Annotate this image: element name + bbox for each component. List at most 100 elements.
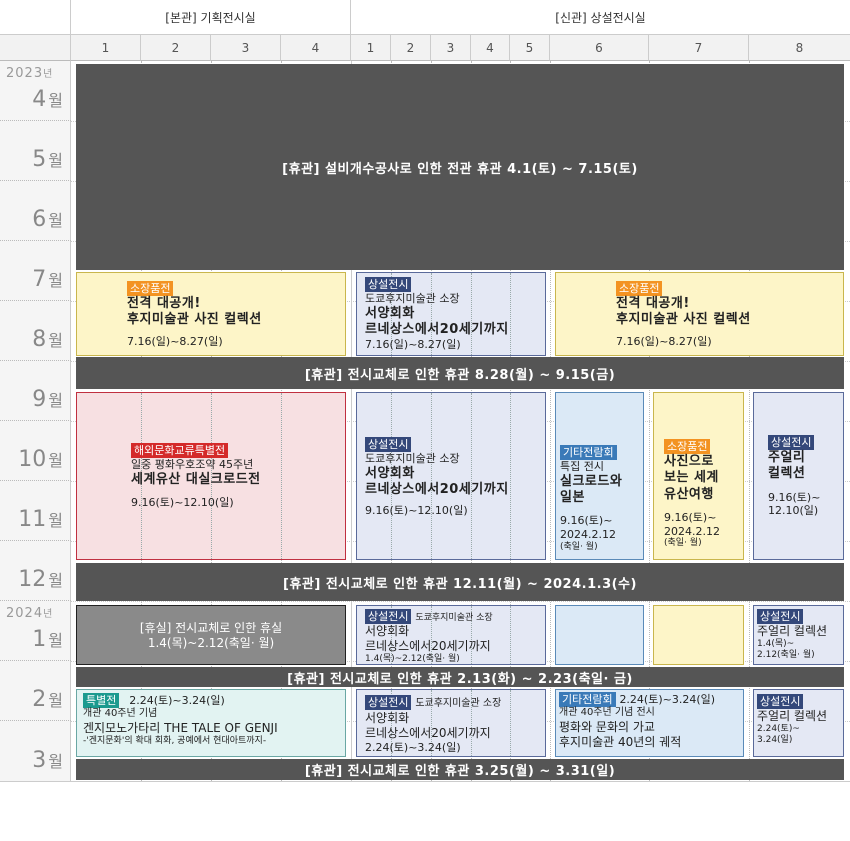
month-number: 8: [32, 327, 47, 352]
exhibition-date: 9.16(토)~12.10(일): [131, 496, 234, 510]
month-column: 2023년 4월 5월 6월 7월 8월 9월 10 월 11 월 12 월 2024…: [0, 61, 71, 781]
month-number: 4: [32, 87, 47, 112]
exhibition-title: 전격 대공개!: [127, 296, 201, 312]
month-number: 5: [32, 147, 47, 172]
exhibition-date: 2.12(축일· 월): [757, 650, 815, 661]
month-row: 2023년 4월: [0, 61, 71, 121]
category-tag: 상설전시: [365, 609, 412, 625]
exhibition-title: 평화와 문화의 가교: [559, 719, 655, 734]
category-tag: 상설전시: [768, 435, 815, 451]
new-hall-header: [신관] 상설전시실: [351, 0, 850, 35]
exhibition-title: 실크로드와: [560, 473, 623, 489]
category-tag: 상설전시: [365, 277, 412, 293]
closure-bar-exchange-4: [휴관] 전시교체로 인한 휴관 3.25(월) ~ 3.31(일): [76, 759, 844, 780]
exhibition-date: 9.16(토)~: [560, 514, 613, 528]
exhibition-tale-of-genji[interactable]: 특별전 2.24(토)~3.24(일) 개관 40주년 기념 겐지모노가타리 T…: [76, 689, 346, 757]
exhibition-subtitle: 개관 40주년 기념: [83, 708, 158, 720]
exhibition-western-painting-4[interactable]: 상설전시 도쿄후지미술관 소장 서양회화 르네상스에서20세기까지 2.24(토…: [356, 689, 546, 757]
exhibition-photo-collection-main[interactable]: 소장품전 전격 대공개! 후지미술관 사진 컬렉션 7.16(일)~8.27(일…: [76, 272, 346, 356]
exhibition-date: 1.4(목)~2.12(축일· 월): [365, 654, 460, 665]
corner-cell-2: [0, 35, 71, 61]
col-header: 3: [431, 35, 471, 61]
col-header: 1: [351, 35, 391, 61]
month-number: 10: [18, 447, 47, 472]
exhibition-date: 3.24(일): [757, 735, 793, 746]
exhibition-title: 르네상스에서20세기까지: [365, 725, 491, 740]
month-row: 9월: [0, 361, 71, 421]
col-header: 4: [281, 35, 351, 61]
exhibition-jewelry-collection-1[interactable]: 상설전시 주얼리 컬렉션 9.16(토)~ 12.10(일): [753, 392, 844, 560]
exhibition-silk-road-japan[interactable]: 기타전람회 특집 전시 실크로드와 일본 9.16(토)~ 2024.2.12 …: [555, 392, 644, 560]
gallery-closed-block: [휴실] 전시교체로 인한 휴실 1.4(목)~2.12(축일· 월): [76, 605, 346, 665]
col-header: 3: [211, 35, 281, 61]
exhibition-40-years[interactable]: 기타전람회 2.24(토)~3.24(일) 개관 40주년 기념 전시 평화와 …: [555, 689, 744, 757]
month-number: 2: [32, 687, 47, 712]
exhibition-title: 서양회화: [365, 465, 415, 481]
col-header: 5: [510, 35, 550, 61]
closure-text: [휴실] 전시교체로 인한 휴실: [139, 621, 283, 635]
exhibition-date: 2024.2.12: [664, 524, 720, 538]
category-tag: 상설전시: [365, 695, 412, 711]
month-row: 8월: [0, 301, 71, 361]
exhibition-photo-collection-new[interactable]: 소장품전 전격 대공개! 후지미술관 사진 컬렉션 7.16(일)~8.27(일…: [555, 272, 844, 356]
year-label: 2024년: [6, 606, 54, 621]
exhibition-heritage-photo-tour[interactable]: 소장품전 사진으로 보는 세계 유산여행 9.16(토)~ 2024.2.12 …: [653, 392, 744, 560]
exhibition-date: 9.16(토)~12.10(일): [365, 504, 468, 518]
exhibition-subtitle: 일중 평화우호조약 45주년: [131, 458, 254, 472]
exhibition-western-painting-2[interactable]: 상설전시 도쿄후지미술관 소장 서양회화 르네상스에서20세기까지 9.16(토…: [356, 392, 546, 560]
exhibition-date: 7.16(일)~8.27(일): [616, 334, 712, 348]
month-row: 3월: [32, 748, 63, 773]
exhibition-jewelry-collection-3[interactable]: 상설전시 주얼리 컬렉션 2.24(토)~ 3.24(일): [753, 689, 844, 757]
exhibition-title: 겐지모노가타리 THE TALE OF GENJI: [83, 720, 278, 735]
col-header: 7: [649, 35, 749, 61]
col-header: 4: [471, 35, 510, 61]
exhibition-subtitle: 도쿄후지미술관 소장: [365, 452, 460, 466]
exhibition-date: (축일· 월): [664, 538, 702, 549]
category-tag: 기타전람회: [560, 445, 617, 461]
exhibition-subtitle: 도쿄후지미술관 소장: [365, 292, 460, 306]
closure-bar-exchange-1: [휴관] 전시교체로 인한 휴관 8.28(월) ~ 9.15(금): [76, 357, 844, 389]
exhibition-silk-road-special[interactable]: 해외문화교류특별전 일중 평화우호조약 45주년 세계유산 대실크로드전 9.1…: [76, 392, 346, 560]
exhibition-subtitle: 개관 40주년 기념 전시: [559, 707, 655, 719]
year-label: 2023년: [6, 66, 54, 81]
exhibition-title: 주얼리 컬렉션: [757, 624, 828, 639]
category-tag: 소장품전: [127, 281, 174, 297]
grid-bottom-border: [0, 781, 850, 782]
exhibition-description: -'겐지문화'의 확대 회화, 공예에서 현대아트까지-: [83, 735, 267, 746]
exhibition-title: 주얼리: [768, 450, 806, 466]
col-header: 2: [391, 35, 431, 61]
exhibition-title: 르네상스에서20세기까지: [365, 639, 491, 654]
main-hall-header: [본관] 기획전시실: [71, 0, 351, 35]
exhibition-jewelry-collection-2[interactable]: 상설전시 주얼리 컬렉션 1.4(목)~ 2.12(축일· 월): [753, 605, 844, 665]
exhibition-title: 서양회화: [365, 305, 415, 321]
month-row: 10 월: [0, 421, 71, 481]
exhibition-date: 2.24(토)~3.24(일): [365, 740, 461, 754]
exhibition-western-painting-3[interactable]: 상설전시 도쿄후지미술관 소장 서양회화 르네상스에서20세기까지 1.4(목)…: [356, 605, 546, 665]
col-header: 1: [71, 35, 141, 61]
month-row: 5월: [0, 121, 71, 181]
col-header: 8: [749, 35, 850, 61]
exhibition-title: 보는 세계: [664, 470, 719, 486]
exhibition-subtitle: 도쿄후지미술관 소장: [415, 698, 502, 709]
month-number: 9: [32, 387, 47, 412]
month-row: 11 월: [0, 481, 71, 541]
closure-date: 1.4(목)~2.12(축일· 월): [147, 636, 275, 650]
exhibition-date: 2.24(토)~3.24(일): [619, 693, 716, 706]
exhibition-date: 2024.2.12: [560, 528, 616, 542]
exhibition-date: 2.24(토)~: [757, 724, 800, 735]
exhibition-title: 주얼리 컬렉션: [757, 709, 828, 724]
exhibition-title: 서양회화: [365, 624, 410, 639]
exhibition-date: 9.16(토)~: [768, 490, 821, 504]
exhibition-title: 세계유산 대실크로드전: [131, 471, 261, 487]
exhibition-western-painting-1[interactable]: 상설전시 도쿄후지미술관 소장 서양회화 르네상스에서20세기까지 7.16(일…: [356, 272, 546, 356]
exhibition-title: 사진으로: [664, 454, 714, 470]
exhibition-date: 7.16(일)~8.27(일): [365, 338, 461, 352]
closure-bar-exchange-2: [휴관] 전시교체로 인한 휴관 12.11(월) ~ 2024.1.3(수): [76, 563, 844, 601]
month-row: 7월: [0, 241, 71, 301]
exhibition-title: 후지미술관 사진 컬렉션: [616, 312, 751, 328]
exhibition-title: 일본: [560, 490, 585, 506]
exhibition-date: 12.10(일): [768, 504, 819, 518]
empty-block-blue: [555, 605, 644, 665]
exhibition-title: 르네상스에서20세기까지: [365, 482, 509, 498]
exhibition-date: 1.4(목)~: [757, 639, 795, 650]
